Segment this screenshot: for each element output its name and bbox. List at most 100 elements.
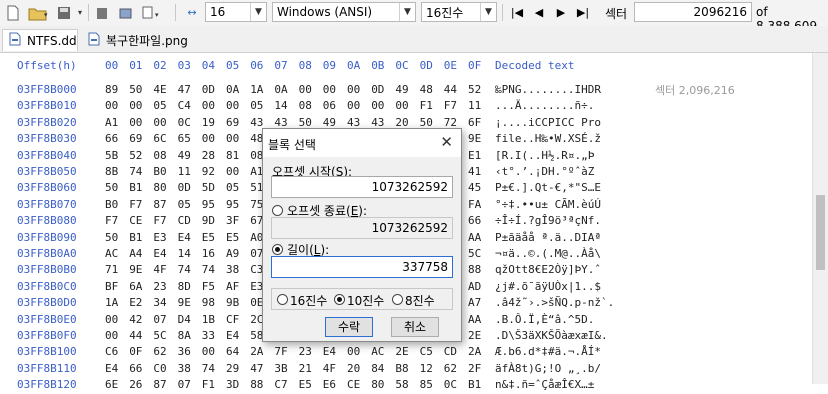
- hex-byte[interactable]: 08: [299, 99, 312, 112]
- hex-byte[interactable]: 0D: [178, 181, 191, 194]
- hex-byte[interactable]: 19: [202, 116, 215, 129]
- hex-byte[interactable]: 11: [468, 99, 481, 112]
- decoded-text[interactable]: °÷‡.••u± CÃM.èúÚ: [495, 198, 601, 211]
- hex-byte[interactable]: C0: [153, 362, 166, 375]
- hex-byte[interactable]: CF: [226, 313, 239, 326]
- hex-byte[interactable]: 80: [153, 181, 166, 194]
- hex-byte[interactable]: 52: [129, 149, 142, 162]
- hex-byte[interactable]: E3: [153, 231, 166, 244]
- hex-byte[interactable]: 48: [420, 83, 433, 96]
- hex-byte[interactable]: 00: [323, 83, 336, 96]
- accept-button[interactable]: 수락: [325, 317, 373, 337]
- hex-byte[interactable]: 89: [105, 83, 118, 96]
- hex-byte[interactable]: 00: [299, 83, 312, 96]
- hex-byte[interactable]: 07: [153, 313, 166, 326]
- start-offset-field[interactable]: 1073262592: [271, 176, 453, 198]
- hex-byte[interactable]: 45: [468, 181, 481, 194]
- view-icon[interactable]: [93, 3, 111, 22]
- hex-byte[interactable]: 74: [129, 165, 142, 178]
- hex-byte[interactable]: 00: [371, 99, 384, 112]
- hex-byte[interactable]: 23: [153, 280, 166, 293]
- hex-byte[interactable]: 20: [347, 362, 360, 375]
- hex-byte[interactable]: 0D: [202, 83, 215, 96]
- hex-byte[interactable]: C6: [105, 345, 118, 358]
- hex-byte[interactable]: 62: [444, 362, 457, 375]
- hex-byte[interactable]: 06: [323, 99, 336, 112]
- hex-byte[interactable]: 5C: [468, 247, 481, 260]
- save-icon[interactable]: [55, 3, 73, 22]
- hex-byte[interactable]: 44: [444, 83, 457, 96]
- hex-byte[interactable]: 12: [420, 362, 433, 375]
- hex-byte[interactable]: 95: [226, 198, 239, 211]
- hex-byte[interactable]: 85: [420, 378, 433, 391]
- cancel-button[interactable]: 취소: [391, 317, 439, 337]
- hex-byte[interactable]: AC: [371, 345, 384, 358]
- hex-byte[interactable]: B0: [105, 198, 118, 211]
- hex-byte[interactable]: 00: [105, 329, 118, 342]
- sector-input[interactable]: 2096216: [634, 2, 752, 22]
- hex-byte[interactable]: CE: [347, 378, 360, 391]
- hex-byte[interactable]: BF: [105, 280, 118, 293]
- hex-byte[interactable]: 47: [250, 362, 263, 375]
- hex-byte[interactable]: B8: [395, 362, 408, 375]
- tab-recovered-png[interactable]: 복구한파일.png: [82, 29, 198, 51]
- hex-byte[interactable]: F1: [202, 378, 215, 391]
- hex-byte[interactable]: 80: [371, 378, 384, 391]
- hex-byte[interactable]: E4: [178, 231, 191, 244]
- hex-byte[interactable]: 0F: [129, 345, 142, 358]
- hex-byte[interactable]: 00: [226, 99, 239, 112]
- hex-byte[interactable]: 16: [202, 247, 215, 260]
- hex-byte[interactable]: 74: [178, 263, 191, 276]
- hex-byte[interactable]: 0C: [178, 116, 191, 129]
- hex-byte[interactable]: 62: [153, 345, 166, 358]
- hex-byte[interactable]: A7: [468, 296, 481, 309]
- hex-row[interactable]: 03FF8B010 00 00 05 C4 00 00 05 14 08 06 00 00 00 F1 F7 1…: [0, 99, 812, 115]
- hex-byte[interactable]: 26: [129, 378, 142, 391]
- hex-byte[interactable]: 50: [299, 116, 312, 129]
- decoded-text[interactable]: ‹t°.’.¡DH.°ºˆàZ: [495, 165, 594, 178]
- hex-row[interactable]: 03FF8B100 C6 0F 62 36 00 64 2A 7F 23 E4 00 AC 2E C5 CD 2…: [0, 345, 812, 361]
- hex-byte[interactable]: 0A: [226, 83, 239, 96]
- copy-icon[interactable]: ▾: [139, 3, 165, 22]
- hex-byte[interactable]: 42: [129, 313, 142, 326]
- hex-byte[interactable]: AA: [468, 313, 481, 326]
- hex-byte[interactable]: 1A: [105, 296, 118, 309]
- hex-byte[interactable]: 66: [105, 132, 118, 145]
- hex-byte[interactable]: 4E: [153, 83, 166, 96]
- hex-byte[interactable]: 71: [105, 263, 118, 276]
- hex-byte[interactable]: CD: [178, 214, 191, 227]
- hex-byte[interactable]: 81: [226, 149, 239, 162]
- scrollbar-thumb[interactable]: [816, 195, 825, 270]
- hex-byte[interactable]: 05: [153, 99, 166, 112]
- hex-byte[interactable]: 64: [226, 345, 239, 358]
- hex-byte[interactable]: 8A: [178, 329, 191, 342]
- hex-byte[interactable]: E5: [226, 231, 239, 244]
- hex-byte[interactable]: 5B: [105, 149, 118, 162]
- hex-byte[interactable]: 00: [347, 345, 360, 358]
- decoded-text[interactable]: äfÀ8t)G;!O „¸.b/: [495, 362, 601, 375]
- hex-byte[interactable]: B1: [129, 231, 142, 244]
- hex-byte[interactable]: AC: [105, 247, 118, 260]
- hex-byte[interactable]: E4: [105, 362, 118, 375]
- hex-byte[interactable]: 1A: [250, 83, 263, 96]
- hex-byte[interactable]: 0D: [371, 83, 384, 96]
- hex-byte[interactable]: 43: [274, 116, 287, 129]
- decoded-text[interactable]: .â4ž˜›.>šÑQ.p-nž`.: [495, 296, 614, 309]
- hex-byte[interactable]: 29: [226, 362, 239, 375]
- hex-byte[interactable]: 74: [202, 362, 215, 375]
- vertical-scrollbar[interactable]: [812, 53, 828, 384]
- decoded-text[interactable]: P±ãäåå ª.ä..DIAª: [495, 231, 601, 244]
- hex-byte[interactable]: 49: [323, 116, 336, 129]
- hex-byte[interactable]: 08: [153, 149, 166, 162]
- hex-byte[interactable]: 00: [347, 99, 360, 112]
- hex-byte[interactable]: 23: [299, 345, 312, 358]
- hex-byte[interactable]: 65: [178, 132, 191, 145]
- hex-byte[interactable]: 9E: [468, 132, 481, 145]
- decoded-text[interactable]: .D\Š3äXKŠÕàæxæI&.: [495, 329, 608, 342]
- hex-byte[interactable]: 2E: [468, 329, 481, 342]
- hex-byte[interactable]: 5C: [153, 329, 166, 342]
- hex-byte[interactable]: D4: [178, 313, 191, 326]
- hex-byte[interactable]: F5: [202, 280, 215, 293]
- hex-byte[interactable]: 00: [202, 345, 215, 358]
- charset-select[interactable]: Windows (ANSI) ▼: [272, 2, 416, 22]
